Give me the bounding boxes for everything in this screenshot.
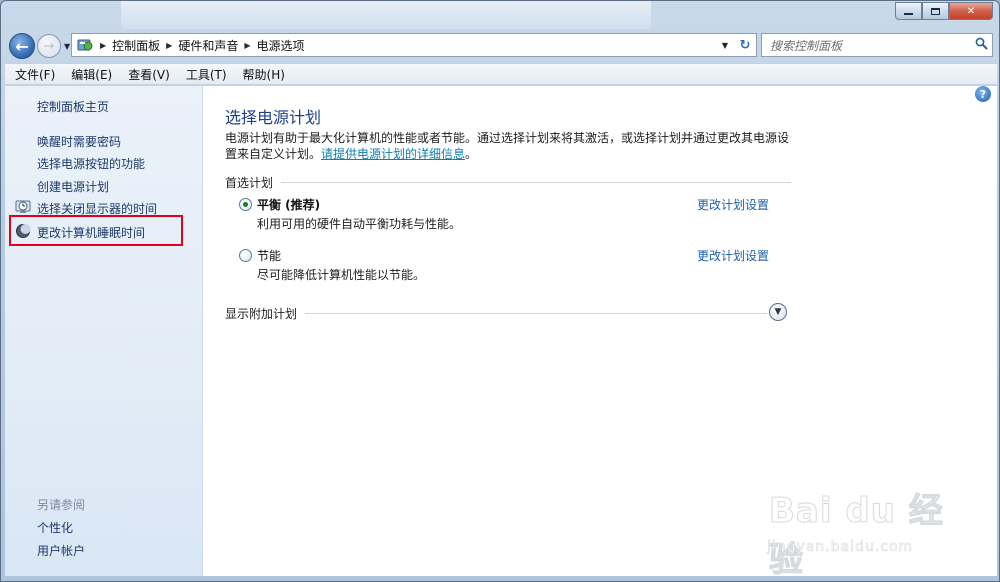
- power-plan-info-link[interactable]: 请提供电源计划的详细信息: [321, 147, 465, 161]
- minimize-icon: [904, 13, 913, 15]
- description-text: 电源计划有助于最大化计算机的性能或者节能。通过选择计划来将其激活，或选择计划并通…: [225, 131, 790, 161]
- search-icon[interactable]: [970, 37, 992, 54]
- see-also-heading: 另请参阅: [37, 498, 86, 512]
- task-pane: 控制面板主页 唤醒时需要密码 选择电源按钮的功能 创建电源计划 选择关闭显示器的…: [5, 86, 203, 576]
- breadcrumb-hardware-and-sound[interactable]: 硬件和声音: [178, 37, 238, 54]
- plan-balanced-description: 利用可用的硬件自动平衡功耗与性能。: [257, 217, 462, 231]
- close-button[interactable]: ✕: [949, 2, 993, 20]
- annotation-highlight-box: [9, 215, 183, 246]
- plan-power-saver-change-settings-link[interactable]: 更改计划设置: [697, 247, 769, 264]
- search-input[interactable]: 搜索控制面板: [761, 33, 993, 57]
- additional-plans-heading[interactable]: 显示附加计划: [225, 305, 297, 322]
- chevron-down-icon[interactable]: ▼: [769, 303, 787, 321]
- additional-plans-group[interactable]: 显示附加计划: [225, 305, 768, 322]
- help-icon[interactable]: ?: [975, 86, 991, 102]
- breadcrumb-control-panel[interactable]: 控制面板: [112, 37, 160, 54]
- plan-balanced-name[interactable]: 平衡 (推荐): [257, 196, 320, 213]
- forward-button[interactable]: →: [37, 34, 61, 58]
- menu-bar: 文件(F) 编辑(E) 查看(V) 工具(T) 帮助(H): [5, 63, 997, 85]
- description-end: 。: [465, 147, 478, 161]
- personalization-link[interactable]: 个性化: [37, 519, 73, 536]
- caption-buttons: ✕: [895, 2, 993, 20]
- control-panel-window: ✕ ← → ▼ ▶ 控制面板 ▶ 硬件和声音 ▶ 电源选项 ▼ ↻ 搜索控制面板…: [0, 0, 1000, 582]
- watermark-url: jingyan.baidu.com: [767, 539, 914, 556]
- address-bar[interactable]: ▶ 控制面板 ▶ 硬件和声音 ▶ 电源选项 ▼ ↻: [71, 33, 757, 57]
- group-divider: [281, 182, 792, 183]
- plan-power-saver-radio[interactable]: [239, 249, 252, 262]
- page-title: 选择电源计划: [225, 108, 322, 127]
- menu-file[interactable]: 文件(F): [15, 66, 55, 83]
- baidu-jingyan-watermark: Bai du 经验 jingyan.baidu.com: [761, 469, 961, 581]
- maximize-icon: [931, 7, 940, 15]
- breadcrumb-power-options[interactable]: 电源选项: [257, 37, 305, 54]
- titlebar-background: [121, 1, 651, 29]
- clock-icon: [15, 199, 31, 215]
- navigation-bar: ← → ▼ ▶ 控制面板 ▶ 硬件和声音 ▶ 电源选项 ▼ ↻ 搜索控制面板: [9, 33, 993, 59]
- refresh-icon[interactable]: ↻: [734, 38, 756, 53]
- maximize-button[interactable]: [922, 2, 949, 20]
- plan-balanced-change-settings-link[interactable]: 更改计划设置: [697, 196, 769, 213]
- breadcrumb-separator[interactable]: ▶: [166, 41, 172, 50]
- control-panel-home-link[interactable]: 控制面板主页: [37, 98, 109, 115]
- forward-arrow-icon: →: [43, 38, 55, 54]
- plan-power-saver-description: 尽可能降低计算机性能以节能。: [257, 268, 426, 282]
- user-accounts-link[interactable]: 用户帐户: [37, 542, 85, 559]
- minimize-button[interactable]: [895, 2, 922, 20]
- menu-view[interactable]: 查看(V): [128, 66, 170, 83]
- require-password-link[interactable]: 唤醒时需要密码: [37, 133, 121, 150]
- plan-power-saver-name[interactable]: 节能: [257, 247, 281, 264]
- preferred-plans-group: 首选计划: [225, 174, 792, 191]
- address-dropdown-icon[interactable]: ▼: [716, 41, 734, 50]
- menu-help[interactable]: 帮助(H): [243, 66, 285, 83]
- address-bar-controls: ▼ ↻: [716, 34, 756, 56]
- back-button[interactable]: ←: [9, 33, 35, 59]
- breadcrumb-separator[interactable]: ▶: [100, 41, 106, 50]
- page-description: 电源计划有助于最大化计算机的性能或者节能。通过选择计划来将其激活，或选择计划并通…: [225, 130, 795, 162]
- plan-balanced-radio[interactable]: [239, 198, 252, 211]
- group-divider: [305, 313, 768, 314]
- search-placeholder: 搜索控制面板: [770, 38, 843, 53]
- control-panel-icon: [76, 37, 94, 53]
- watermark-logo-text: Bai du 经验: [769, 491, 944, 581]
- create-power-plan-link[interactable]: 创建电源计划: [37, 178, 109, 195]
- menu-edit[interactable]: 编辑(E): [71, 66, 112, 83]
- preferred-plans-heading: 首选计划: [225, 176, 274, 190]
- back-arrow-icon: ←: [15, 36, 29, 56]
- breadcrumb-separator[interactable]: ▶: [244, 41, 250, 50]
- menu-tools[interactable]: 工具(T): [186, 66, 227, 83]
- power-button-function-link[interactable]: 选择电源按钮的功能: [37, 155, 145, 172]
